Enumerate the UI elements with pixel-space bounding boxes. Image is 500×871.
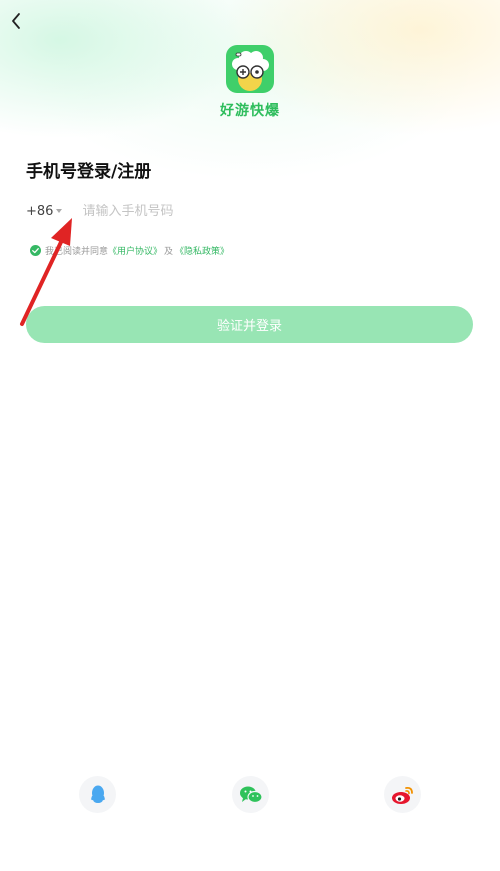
check-circle-icon[interactable] (30, 245, 41, 256)
app-branding: 好游快爆 (0, 45, 500, 120)
annotation-arrow-icon (20, 218, 72, 326)
phone-input-row: +86 (26, 200, 383, 222)
wechat-icon (239, 786, 263, 803)
phone-number-input[interactable] (82, 203, 383, 219)
wechat-login-button[interactable] (232, 776, 269, 813)
chevron-left-icon (12, 13, 20, 29)
qq-icon (90, 785, 105, 803)
country-code-selector[interactable]: +86 (26, 203, 63, 219)
qq-login-button[interactable] (79, 776, 116, 813)
mascot-icon (232, 51, 269, 91)
privacy-policy-link[interactable]: 《隐私政策》 (175, 244, 229, 257)
verify-login-label: 验证并登录 (216, 319, 282, 334)
back-button[interactable] (4, 8, 28, 34)
page-title: 手机号登录/注册 (26, 162, 152, 182)
country-code-label: +86 (26, 203, 54, 219)
caret-down-icon (56, 209, 63, 213)
verify-login-button[interactable]: 验证并登录 (26, 306, 473, 343)
agreement-row: 我已阅读并同意 《用户协议》 及 《隐私政策》 (30, 244, 229, 257)
agreement-conjunction: 及 (164, 247, 174, 257)
agreement-prefix: 我已阅读并同意 (45, 247, 109, 257)
app-name: 好游快爆 (220, 103, 280, 119)
app-logo (226, 45, 274, 93)
user-agreement-link[interactable]: 《用户协议》 (108, 244, 162, 257)
weibo-icon (391, 786, 413, 804)
weibo-login-button[interactable] (384, 776, 421, 813)
